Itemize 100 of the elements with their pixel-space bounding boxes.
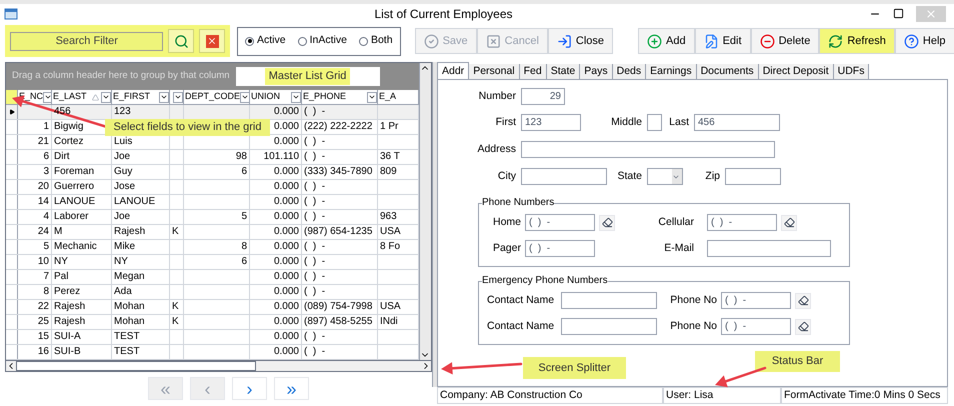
table-cell: LANOUE (54, 196, 96, 207)
table-cell: ( ) - (304, 136, 326, 147)
table-row[interactable]: 6 Dirt Joe 98 101.110 ( ) - 36 T (6, 150, 420, 165)
callout: Status Bar (755, 351, 840, 372)
table-cell: 0.000 (274, 316, 299, 327)
table-row[interactable]: 15 SUI-A TEST 0.000 ( ) - (6, 330, 420, 345)
radio-option[interactable]: Active (245, 33, 286, 49)
table-cell: NY (54, 256, 68, 267)
table-cell: 8 Fo (380, 241, 400, 252)
table-cell: 0.000 (274, 346, 299, 357)
table-row[interactable]: 21 Cortez Luis 0.000 ( ) - (6, 135, 420, 150)
table-cell: Luis (114, 136, 132, 147)
table-row[interactable]: 16 SUI-B TEST 0.000 ( ) - (6, 345, 420, 360)
tab[interactable]: State (546, 64, 580, 79)
table-cell: 5 (43, 241, 49, 252)
table-row[interactable]: 24 M Rajesh K 0.000 (987) 654-1235 USA (6, 225, 420, 240)
column-header[interactable]: UNION (250, 90, 302, 104)
clear-button[interactable] (599, 214, 615, 230)
table-row[interactable]: 22 Rajesh Mohan K 0.000 (089) 754-7998 USA (6, 300, 420, 315)
table-row[interactable]: 10 NY NY 6 0.000 ( ) - (6, 255, 420, 270)
tab[interactable]: UDFs (834, 64, 870, 79)
input-field[interactable]: 456 (694, 114, 780, 131)
cancel-icon (486, 34, 501, 48)
callout: Select fields to view in the grid (105, 119, 270, 136)
column-header[interactable] (170, 90, 184, 104)
tab[interactable]: Addr (437, 62, 470, 79)
maximize-icon[interactable] (893, 8, 904, 19)
table-row[interactable]: 14 LANOUE LANOUE 0.000 ( ) - (6, 195, 420, 210)
radio-button[interactable] (245, 36, 254, 46)
horizontal-scrollbar[interactable] (5, 361, 432, 372)
input-field[interactable] (561, 318, 657, 335)
search-button[interactable] (168, 29, 194, 53)
table-row[interactable]: 8 Perez Ada 0.000 ( ) - (6, 285, 420, 300)
toolbar-button[interactable]: Delete (750, 28, 820, 54)
arrow (715, 366, 766, 388)
group-title: Emergency Phone Numbers (482, 275, 608, 287)
input-field[interactable] (521, 141, 775, 158)
table-cell: 0.000 (274, 301, 299, 312)
radio-button[interactable] (298, 36, 307, 46)
column-header[interactable]: E_FIRST (112, 90, 170, 104)
vertical-scrollbar[interactable] (419, 63, 431, 360)
clear-button[interactable] (795, 292, 811, 308)
radio-button[interactable] (358, 36, 368, 46)
status-bar-panel: FormActivate Time:0 Mins 0 Secs (781, 387, 948, 404)
input-field[interactable]: ( ) - (707, 214, 777, 231)
toolbar-button[interactable]: Close (548, 28, 614, 54)
column-header[interactable]: E_PHONE (302, 90, 378, 104)
pager-button[interactable]: » (274, 377, 309, 400)
edit-icon (704, 34, 719, 48)
table-row[interactable]: 3 Foreman Guy 6 0.000 (333) 345-7890 809 (6, 165, 420, 180)
tab[interactable]: Pays (580, 64, 613, 79)
table-row[interactable]: 7 Pal Megan 0.000 ( ) - (6, 270, 420, 285)
input-field[interactable] (647, 114, 662, 131)
input-field[interactable]: 123 (521, 114, 581, 131)
tab[interactable]: Documents (696, 64, 759, 79)
radio-option[interactable]: Both (358, 33, 393, 49)
input-field[interactable]: ( ) - (525, 240, 595, 257)
toolbar-button[interactable]: Edit (694, 28, 751, 54)
refresh-icon (828, 34, 844, 48)
input-field[interactable] (725, 168, 781, 185)
column-header[interactable]: DEPT_CODE (184, 90, 250, 104)
table-cell: Pal (54, 271, 68, 282)
column-header[interactable]: E_LAST (52, 90, 112, 104)
table-row[interactable]: 4 Laborer Joe 5 0.000 ( ) - 963 (6, 210, 420, 225)
input-field[interactable] (707, 240, 831, 257)
tab[interactable]: Earnings (646, 64, 697, 79)
table-cell: ( ) - (304, 151, 326, 162)
table-cell: Mike (114, 241, 136, 252)
clear-button[interactable] (781, 214, 797, 230)
table-cell: USA (380, 226, 401, 237)
state-dropdown[interactable] (647, 168, 683, 185)
tab[interactable]: Personal (469, 64, 520, 79)
help-icon (904, 34, 919, 48)
clear-button[interactable] (795, 318, 811, 334)
input-field[interactable] (521, 168, 607, 185)
search-icon (174, 34, 189, 48)
tab[interactable]: Fed (520, 64, 547, 79)
input-field[interactable]: 29 (521, 88, 565, 105)
input-field[interactable]: ( ) - (721, 318, 791, 335)
dropdown-icon[interactable] (43, 92, 51, 102)
tab[interactable]: Direct Deposit (758, 64, 834, 79)
input-field[interactable]: ( ) - (721, 292, 791, 309)
table-cell: (987) 654-1235 (304, 226, 372, 237)
table-row[interactable]: 25 Rajesh Mohan K 0.000 (897) 458-5255 INdi (6, 315, 420, 330)
pager-button[interactable]: › (232, 377, 267, 400)
table-row[interactable]: 20 Guerrero Jose 0.000 ( ) - (6, 180, 420, 195)
toolbar-button[interactable]: Add (638, 28, 695, 54)
input-field[interactable]: ( ) - (525, 214, 595, 231)
minus-icon (760, 34, 775, 48)
table-cell: 4 (43, 211, 49, 222)
table-cell: 22 (38, 301, 49, 312)
input-field[interactable] (561, 292, 657, 309)
toolbar-button[interactable]: Refresh (819, 28, 895, 54)
radio-option[interactable]: InActive (298, 33, 347, 49)
table-cell: 0.000 (274, 256, 299, 267)
table-row[interactable]: 5 Mechanic Mike 8 0.000 ( ) - 8 Fo (6, 240, 420, 255)
search-field[interactable]: Search Filter (10, 32, 164, 50)
table-cell: Guy (114, 166, 132, 177)
toolbar-button[interactable]: Help (894, 28, 954, 54)
tab[interactable]: Deds (612, 64, 646, 79)
